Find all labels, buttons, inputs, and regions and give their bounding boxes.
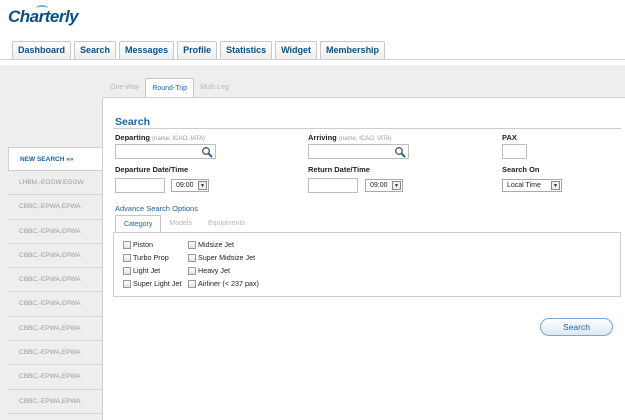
checkbox-box[interactable] [123,266,131,275]
logo-swoosh-icon [36,5,48,11]
departing-hint: (name, ICAO, IATA) [152,136,205,142]
departure-time-value: 09:00 [176,182,194,189]
search-panel: Search Departing (name, ICAO, IATA) Arri… [102,97,625,420]
category-options-box: Piston Turbo Prop Light Jet Super Light … [113,232,621,297]
checkbox-midsize-jet[interactable]: Midsize Jet [188,240,234,249]
recent-search-item[interactable]: CBBC,-EPWA,EPWA [8,341,102,366]
recent-search-item[interactable]: LHBM,-EGGW,EGGW [8,171,102,196]
departure-datetime-label: Departure Date/Time [115,165,189,174]
checkbox-box[interactable] [123,253,131,262]
checkbox-label: Turbo Prop [133,253,169,262]
trip-type-tabs: One-Way Round-Trip Multi-Leg [104,78,235,98]
charterly-logo[interactable]: Charterly [8,5,79,27]
arriving-hint: (name, ICAO, IATA) [338,136,392,142]
tab-equipments[interactable]: Equipments [200,215,253,232]
recent-search-item[interactable]: CBBC,-EPWA,EPWA [8,244,102,269]
checkbox-super-midsize-jet[interactable]: Super Midsize Jet [188,253,255,262]
chevron-down-icon: ▼ [551,181,560,190]
nav-tab-profile[interactable]: Profile [177,41,218,59]
departure-date-input[interactable] [115,178,165,193]
departure-time-select[interactable]: 09:00 ▼ [171,179,209,192]
category-tabs: Category Models Equipments [115,215,253,232]
return-time-value: 09:00 [370,182,388,189]
search-on-select[interactable]: Local Time ▼ [502,179,562,192]
nav-tab-search[interactable]: Search [74,41,117,59]
search-icon[interactable] [394,146,406,158]
recent-search-item[interactable]: CBBC,-EPWA,EPWA [8,317,102,342]
new-search-link[interactable]: NEW SEARCH »» [8,147,102,171]
checkbox-box[interactable] [188,266,196,275]
nav-tab-membership[interactable]: Membership [320,41,386,59]
search-on-label: Search On [502,165,540,174]
checkbox-label: Heavy Jet [198,266,230,275]
checkbox-box[interactable] [123,240,131,249]
nav-divider [0,59,625,60]
arriving-label: Arriving (name, ICAO, IATA) [308,133,392,142]
checkbox-label: Super Light Jet [133,279,182,288]
departing-label: Departing (name, ICAO, IATA) [115,133,205,142]
pax-label: PAX [502,133,517,142]
checkbox-label: Airliner (< 237 pax) [198,279,259,288]
tab-one-way[interactable]: One-Way [104,78,145,98]
recent-search-item[interactable]: CBBC,-EPWA,EPWA [8,220,102,244]
recent-search-item[interactable]: CBBC,-EPWA,EPWA [8,268,102,293]
chevron-down-icon: ▼ [198,181,207,190]
checkbox-heavy-jet[interactable]: Heavy Jet [188,266,230,275]
title-divider [113,128,621,129]
checkbox-box[interactable] [188,253,196,262]
recent-searches-sidebar: NEW SEARCH »» LHBM,-EGGW,EGGW CBBC,-EPWA… [8,147,102,414]
nav-tab-widget[interactable]: Widget [275,41,318,59]
arriving-label-text: Arriving [308,133,337,142]
search-icon[interactable] [201,146,213,158]
header: Charterly Dashboard Search Messages Prof… [0,0,625,65]
checkbox-turbo-prop[interactable]: Turbo Prop [123,253,169,262]
checkbox-label: Midsize Jet [198,240,234,249]
arriving-input[interactable] [308,144,409,159]
recent-search-item[interactable]: CBBC,-EPWA,EPWA [8,390,102,414]
search-title: Search [115,116,151,128]
nav-tab-dashboard[interactable]: Dashboard [12,41,72,59]
tab-category[interactable]: Category [115,215,162,232]
checkbox-airliner[interactable]: Airliner (< 237 pax) [188,279,259,288]
nav-tab-messages[interactable]: Messages [119,41,175,59]
recent-search-item[interactable]: CBBC,-EPWA,EPWA [8,292,102,317]
pax-input[interactable] [502,144,527,159]
return-time-select[interactable]: 09:00 ▼ [365,179,403,192]
return-date-input[interactable] [308,178,358,193]
recent-search-item[interactable]: CBBC,-EPWA,EPWA [8,195,102,220]
advance-search-options-link[interactable]: Advance Search Options [115,204,198,213]
checkbox-super-light-jet[interactable]: Super Light Jet [123,279,181,288]
search-on-value: Local Time [507,182,541,189]
tab-models[interactable]: Models [161,215,200,232]
checkbox-box[interactable] [123,279,131,288]
return-datetime-label: Return Date/Time [308,165,370,174]
departing-label-text: Departing [115,133,151,142]
main-nav: Dashboard Search Messages Profile Statis… [12,41,388,59]
search-button[interactable]: Search [540,318,613,336]
checkbox-box[interactable] [188,279,196,288]
checkbox-box[interactable] [188,240,196,249]
tab-multi-leg[interactable]: Multi-Leg [194,78,235,98]
tab-round-trip[interactable]: Round-Trip [145,78,195,98]
checkbox-label: Light Jet [133,266,161,275]
recent-search-item[interactable]: CBBC,-EPWA,EPWA [8,365,102,390]
checkbox-piston[interactable]: Piston [123,240,153,249]
chevron-down-icon: ▼ [392,181,401,190]
checkbox-light-jet[interactable]: Light Jet [123,266,160,275]
departing-input[interactable] [115,144,216,159]
checkbox-label: Super Midsize Jet [198,253,256,262]
checkbox-label: Piston [133,240,153,249]
nav-tab-statistics[interactable]: Statistics [220,41,273,59]
